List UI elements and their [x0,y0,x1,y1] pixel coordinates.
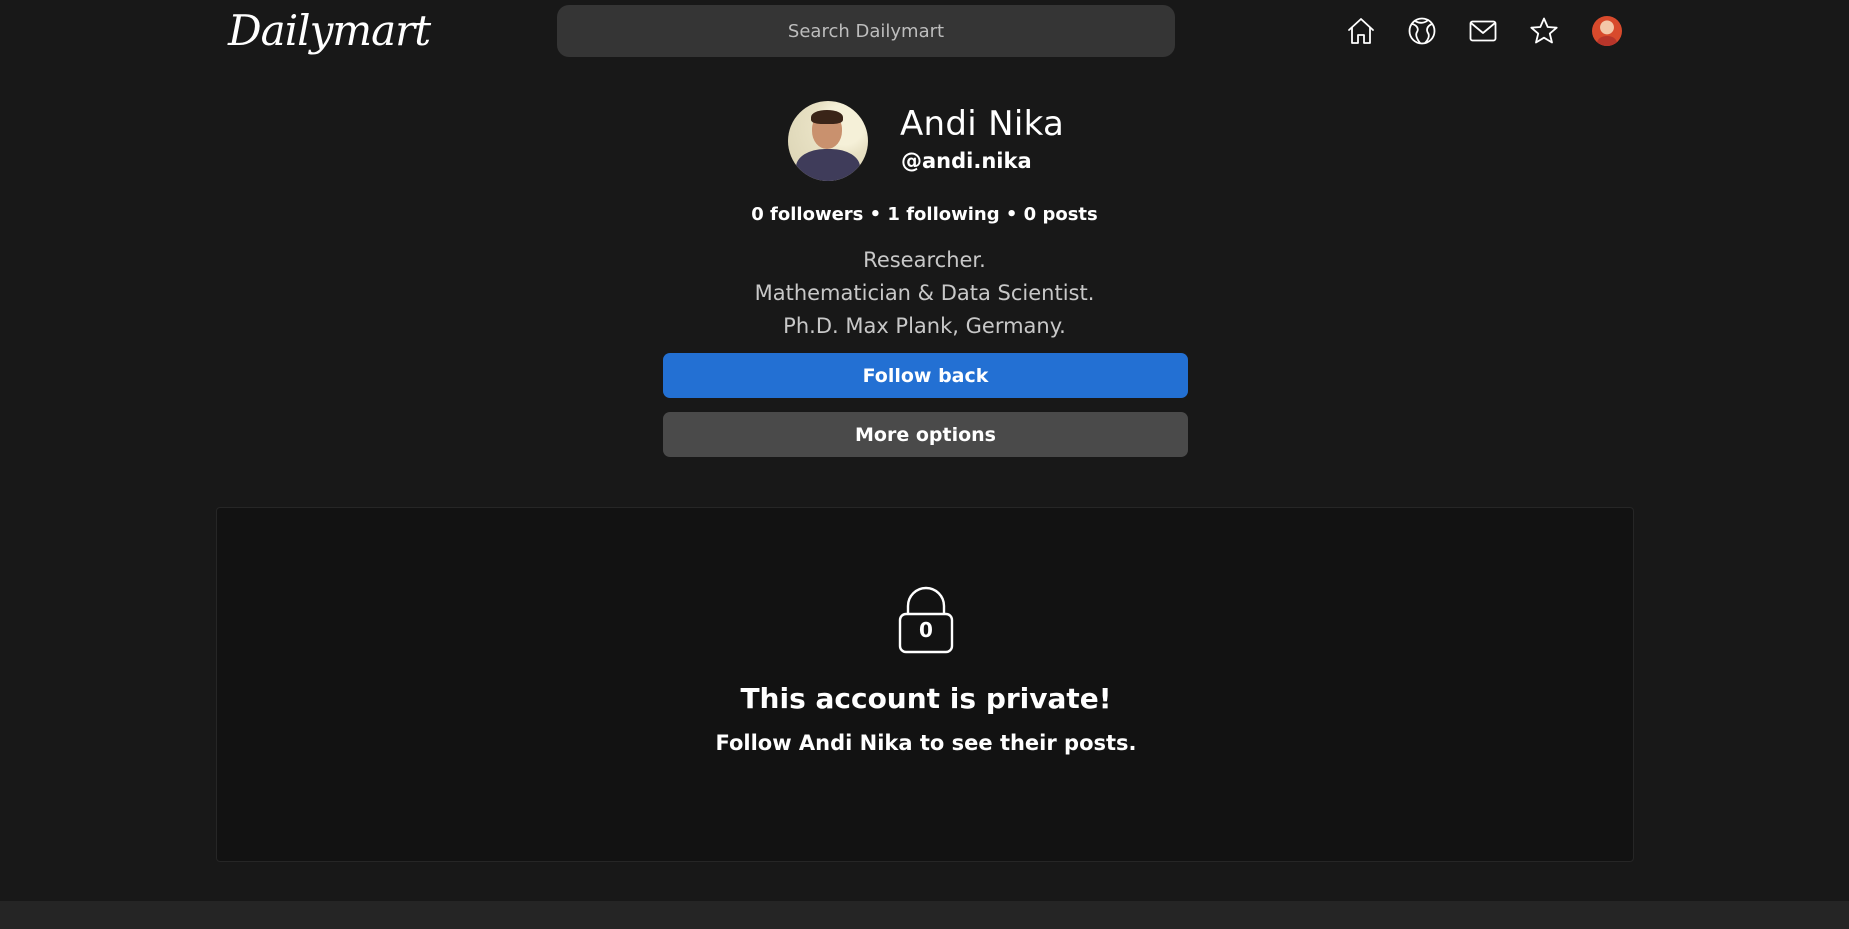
dailymart-logo[interactable]: Dailymart [228,0,431,62]
star-icon [1530,17,1558,44]
profile-nav-button[interactable] [1587,11,1627,51]
messages-nav-button[interactable] [1463,11,1503,51]
profile-handle: @andi.nika [901,149,1032,173]
private-title: This account is private! [740,682,1112,715]
home-nav-button[interactable] [1341,11,1381,51]
mail-icon [1469,20,1497,42]
private-subtitle: Follow Andi Nika to see their posts. [715,731,1137,755]
profile-name: Andi Nika [900,104,1065,144]
profile-bio: Researcher. Mathematician & Data Scienti… [0,244,1849,343]
bio-line: Ph.D. Max Plank, Germany. [783,314,1066,338]
profile-avatar [1592,16,1622,46]
lock-count: 0 [919,618,933,642]
bio-line: Mathematician & Data Scientist. [754,281,1095,305]
explore-icon [1408,17,1436,45]
bio-line: Researcher. [863,248,986,272]
profile-stats: 0 followers • 1 following • 0 posts [751,204,1098,225]
profile-page: Dailymart Andi Nika @andi.ni [0,0,1849,929]
favorites-nav-button[interactable] [1524,11,1564,51]
lock-icon: 0 [898,586,954,654]
more-options-button[interactable]: More options [663,412,1188,457]
home-icon [1348,18,1374,44]
footer-bar [0,901,1849,929]
explore-nav-button[interactable] [1402,11,1442,51]
profile-avatar-large [788,101,868,181]
follow-back-button[interactable]: Follow back [663,353,1188,398]
search-input[interactable] [557,5,1175,57]
private-account-card: 0 This account is private! Follow Andi N… [216,507,1634,862]
